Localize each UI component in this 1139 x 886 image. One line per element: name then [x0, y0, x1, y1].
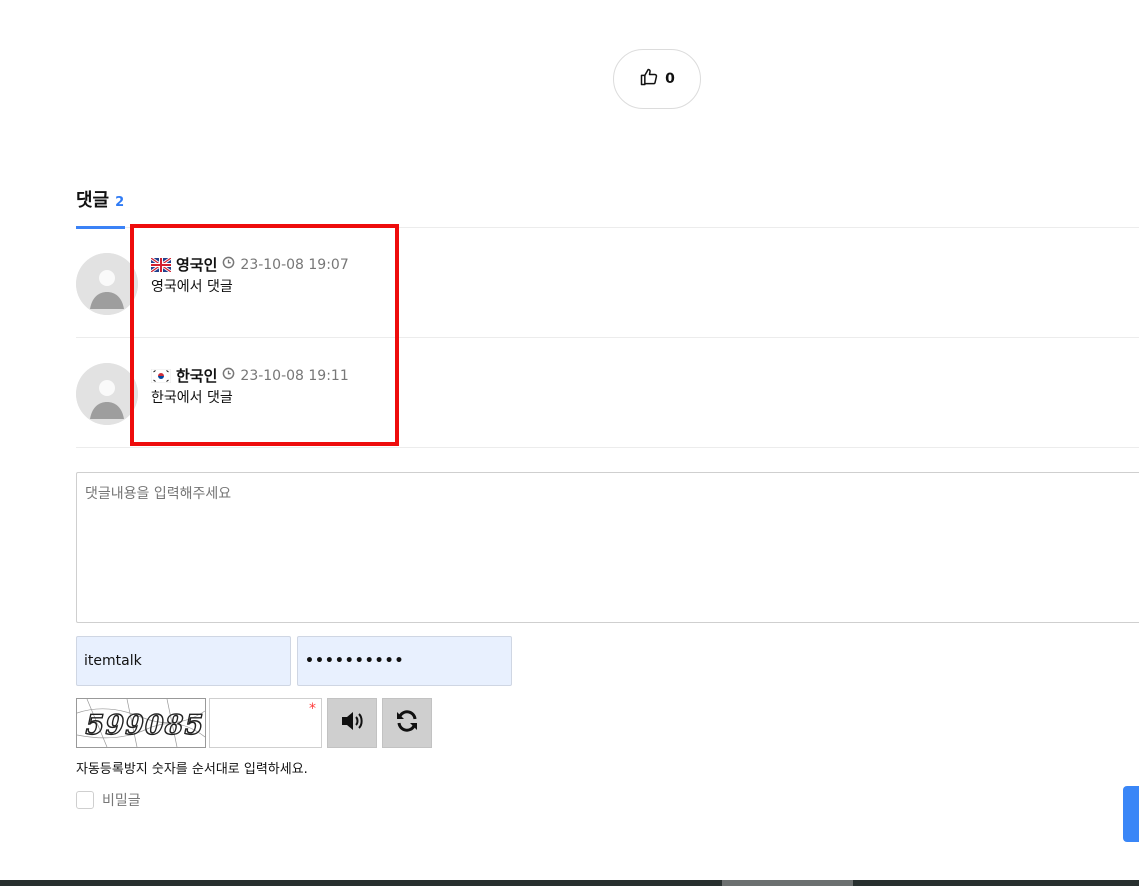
password-input[interactable]: •••••••••• [297, 636, 512, 686]
like-count: 0 [665, 71, 675, 87]
thumbs-up-icon [639, 67, 659, 91]
highlight-box [130, 224, 399, 446]
avatar [76, 363, 138, 425]
captcha-refresh-button[interactable] [382, 698, 432, 748]
captcha-image: 599085 [76, 698, 206, 748]
comments-count: 2 [115, 195, 125, 210]
captcha-text: 599085 [82, 709, 205, 741]
comment-divider [76, 447, 1139, 448]
refresh-icon [394, 708, 420, 738]
captcha-audio-button[interactable] [327, 698, 377, 748]
comments-tab-underline [76, 226, 125, 229]
required-mark: * [309, 701, 316, 717]
comments-title: 댓글 [76, 190, 110, 211]
captcha-input[interactable]: * [209, 698, 322, 748]
footer-bar [0, 880, 1139, 886]
password-value: •••••••••• [305, 653, 405, 669]
comment-textarea[interactable] [76, 472, 1139, 623]
footer-bar-segment [722, 880, 853, 886]
speaker-icon [339, 708, 365, 738]
avatar [76, 253, 138, 315]
secret-option[interactable]: 비밀글 [76, 790, 141, 810]
username-input[interactable]: itemtalk [76, 636, 291, 686]
secret-label: 비밀글 [102, 793, 141, 809]
submit-button[interactable] [1123, 786, 1139, 842]
captcha-help-text: 자동등록방지 숫자를 순서대로 입력하세요. [76, 762, 308, 777]
comments-header: 댓글 2 [76, 186, 124, 212]
username-value: itemtalk [84, 653, 142, 669]
like-button[interactable]: 0 [613, 49, 701, 109]
secret-checkbox[interactable] [76, 791, 94, 809]
